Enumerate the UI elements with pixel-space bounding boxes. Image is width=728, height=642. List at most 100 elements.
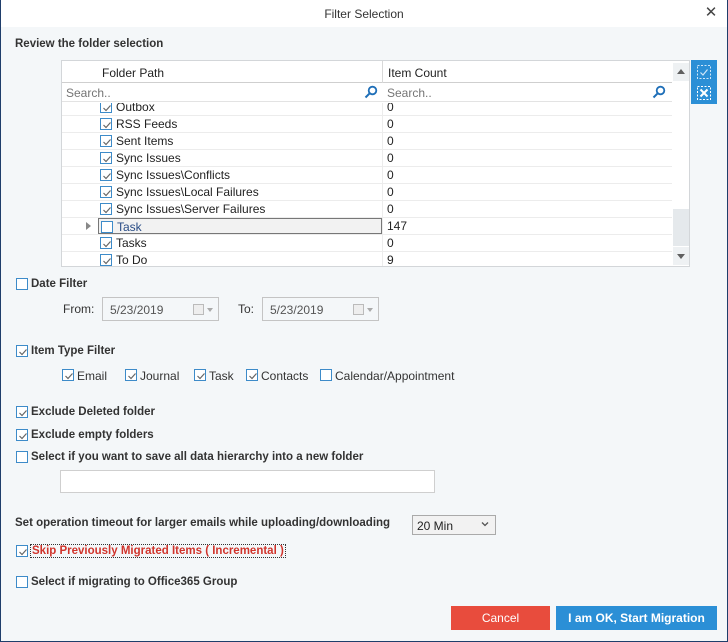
item-count-search-input[interactable] bbox=[383, 84, 653, 101]
folder-checkbox[interactable] bbox=[101, 221, 113, 233]
to-date-picker[interactable]: 5/23/2019 bbox=[262, 297, 379, 321]
folder-path-cell[interactable]: Sync Issues\Server Failures bbox=[98, 201, 382, 217]
new-folder-name-input[interactable] bbox=[60, 470, 435, 493]
checkmark-icon bbox=[19, 549, 27, 556]
folder-path-cell[interactable]: Outbox bbox=[98, 103, 382, 115]
item-type-filter-checkbox[interactable] bbox=[16, 345, 28, 357]
table-row[interactable]: RSS Feeds 0 bbox=[62, 116, 672, 133]
search-icon[interactable] bbox=[652, 85, 666, 99]
table-row[interactable]: Outbox 0 bbox=[62, 103, 672, 116]
calendar-icon[interactable] bbox=[353, 304, 364, 315]
chevron-down-icon[interactable] bbox=[367, 308, 373, 312]
row-indicator-icon bbox=[86, 222, 91, 230]
column-divider bbox=[382, 201, 383, 218]
scroll-down-icon[interactable] bbox=[673, 247, 689, 265]
table-row[interactable]: Sync Issues\Server Failures 0 bbox=[62, 201, 672, 218]
folder-checkbox[interactable] bbox=[100, 186, 112, 198]
type-email-checkbox[interactable] bbox=[62, 369, 74, 381]
folder-checkbox[interactable] bbox=[100, 135, 112, 147]
skip-incremental-checkbox[interactable] bbox=[16, 545, 28, 557]
column-divider bbox=[382, 184, 383, 201]
table-row[interactable]: Task 147 bbox=[62, 218, 672, 235]
folder-grid: Folder Path Item Count Outbox 0 RSS Feeds 0… bbox=[61, 60, 690, 267]
folder-checkbox[interactable] bbox=[100, 152, 112, 164]
item-count: 0 bbox=[387, 151, 394, 165]
exclude-deleted-checkbox[interactable] bbox=[16, 406, 28, 418]
folder-path: To Do bbox=[116, 253, 148, 267]
checkmark-icon bbox=[103, 156, 111, 163]
office365-group-checkbox[interactable] bbox=[16, 576, 28, 588]
grid-rows: Outbox 0 RSS Feeds 0 Sent Items 0 Sync Issues 0… bbox=[62, 103, 672, 267]
table-row[interactable]: Sync Issues\Conflicts 0 bbox=[62, 167, 672, 184]
search-icon[interactable] bbox=[364, 85, 378, 99]
date-filter-checkbox[interactable] bbox=[16, 278, 28, 290]
select-all-icon[interactable] bbox=[696, 64, 712, 80]
column-divider bbox=[382, 116, 383, 133]
checkmark-icon bbox=[128, 373, 136, 380]
folder-path: Tasks bbox=[116, 236, 147, 250]
scroll-up-icon[interactable] bbox=[673, 63, 689, 81]
review-section-label: Review the folder selection bbox=[15, 38, 164, 50]
table-row[interactable]: Sync Issues 0 bbox=[62, 150, 672, 167]
exclude-deleted-label: Exclude Deleted folder bbox=[31, 406, 155, 418]
title-bar: Filter Selection ✕ bbox=[1, 0, 727, 27]
chevron-down-icon[interactable] bbox=[207, 308, 213, 312]
deselect-all-icon[interactable] bbox=[696, 85, 712, 101]
exclude-empty-checkbox[interactable] bbox=[16, 429, 28, 441]
save-hierarchy-checkbox[interactable] bbox=[16, 451, 28, 463]
column-divider bbox=[382, 133, 383, 150]
folder-checkbox[interactable] bbox=[100, 237, 112, 249]
type-email-label: Email bbox=[77, 369, 108, 383]
folder-checkbox[interactable] bbox=[100, 103, 112, 113]
type-task-checkbox[interactable] bbox=[194, 369, 206, 381]
item-count: 0 bbox=[387, 117, 394, 131]
filter-selection-dialog: Filter Selection ✕ Review the folder sel… bbox=[0, 0, 728, 642]
folder-checkbox[interactable] bbox=[100, 254, 112, 266]
checkmark-icon bbox=[103, 139, 111, 146]
folder-path-cell[interactable]: To Do bbox=[98, 252, 382, 267]
selection-toolbar bbox=[691, 60, 717, 104]
folder-path-cell[interactable]: Sync Issues\Conflicts bbox=[98, 167, 382, 183]
type-calendar-checkbox[interactable] bbox=[320, 369, 332, 381]
column-separator[interactable] bbox=[382, 61, 383, 83]
folder-path-cell[interactable]: RSS Feeds bbox=[98, 116, 382, 132]
folder-path-cell[interactable]: Sent Items bbox=[98, 133, 382, 149]
folder-path-cell[interactable]: Sync Issues bbox=[98, 150, 382, 166]
item-count: 0 bbox=[387, 236, 394, 250]
table-row[interactable]: Sync Issues\Local Failures 0 bbox=[62, 184, 672, 201]
type-contacts-checkbox[interactable] bbox=[246, 369, 258, 381]
folder-checkbox[interactable] bbox=[100, 203, 112, 215]
type-journal-checkbox[interactable] bbox=[125, 369, 137, 381]
folder-checkbox[interactable] bbox=[100, 118, 112, 130]
checkmark-icon bbox=[103, 105, 111, 112]
type-calendar-label: Calendar/Appointment bbox=[335, 369, 455, 383]
checkmark-icon bbox=[103, 190, 111, 197]
folder-path: Task bbox=[117, 220, 142, 234]
from-label: From: bbox=[63, 302, 95, 316]
table-row[interactable]: Sent Items 0 bbox=[62, 133, 672, 150]
folder-path-search-input[interactable] bbox=[62, 84, 362, 101]
from-date-picker[interactable]: 5/23/2019 bbox=[102, 297, 219, 321]
checkmark-icon bbox=[103, 241, 111, 248]
folder-path: Sync Issues\Local Failures bbox=[116, 185, 259, 199]
column-header-folder-path[interactable]: Folder Path bbox=[102, 66, 164, 80]
timeout-select[interactable]: 20 Min bbox=[412, 515, 496, 535]
folder-path-cell[interactable]: Tasks bbox=[98, 235, 382, 251]
timeout-value: 20 Min bbox=[417, 519, 454, 533]
start-migration-button[interactable]: I am OK, Start Migration bbox=[556, 606, 717, 630]
calendar-icon[interactable] bbox=[193, 304, 204, 315]
folder-path: Sync Issues bbox=[116, 151, 181, 165]
folder-path-cell[interactable]: Task bbox=[98, 218, 382, 234]
from-date-value: 5/23/2019 bbox=[110, 303, 164, 317]
folder-path-cell[interactable]: Sync Issues\Local Failures bbox=[98, 184, 382, 200]
scroll-thumb[interactable] bbox=[673, 209, 689, 246]
vertical-scrollbar[interactable] bbox=[673, 61, 689, 266]
folder-checkbox[interactable] bbox=[100, 169, 112, 181]
close-icon[interactable]: ✕ bbox=[703, 5, 719, 21]
folder-path: Outbox bbox=[116, 103, 155, 114]
column-header-item-count[interactable]: Item Count bbox=[388, 66, 447, 80]
checkmark-icon bbox=[103, 258, 111, 265]
table-row[interactable]: To Do 9 bbox=[62, 252, 672, 267]
cancel-button[interactable]: Cancel bbox=[451, 606, 550, 630]
table-row[interactable]: Tasks 0 bbox=[62, 235, 672, 252]
